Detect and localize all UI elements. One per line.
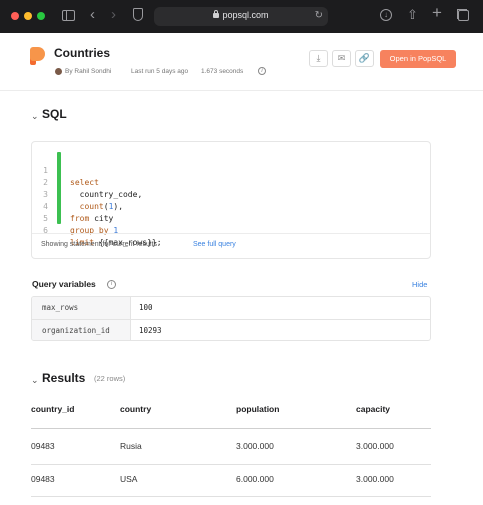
variable-row: max_rows 100 (32, 297, 430, 319)
code-line: 4 from city (43, 202, 114, 223)
page-title: Countries (54, 46, 111, 60)
tab-overview-icon[interactable] (458, 10, 469, 21)
table-row-divider (31, 464, 431, 465)
comment-icon: ✉ (337, 53, 346, 63)
table-cell: 09483 (31, 474, 55, 484)
last-run-label: Last run 5 days ago (131, 68, 189, 75)
results-row-count: (22 rows) (94, 374, 126, 383)
see-full-query-link[interactable]: See full query (193, 241, 236, 248)
link-icon: 🔗 (358, 53, 371, 63)
code-line: 6 limit {{max_rows}}; (43, 226, 162, 247)
table-row-divider (31, 496, 431, 497)
results-section-title: Results (42, 371, 86, 385)
reload-icon[interactable]: ↻ (315, 10, 323, 21)
info-icon[interactable]: i (258, 67, 266, 75)
header-divider (0, 90, 483, 91)
variable-value[interactable]: 10293 (139, 320, 162, 340)
download-icon: ⤓ (316, 53, 321, 63)
back-icon[interactable]: ‹ (90, 7, 95, 22)
column-header[interactable]: capacity (356, 404, 390, 414)
query-variables-title: Query variables (32, 279, 96, 289)
forward-icon[interactable]: › (111, 7, 116, 22)
table-header-divider (31, 428, 431, 429)
table-cell: 3.000.000 (236, 441, 274, 451)
minimize-window-button[interactable] (24, 12, 32, 20)
address-bar[interactable]: popsql.com ↻ (154, 7, 328, 26)
download-button[interactable]: ⤓ (309, 50, 328, 67)
copy-link-button[interactable]: 🔗 (355, 50, 374, 67)
table-cell: 3.000.000 (356, 441, 394, 451)
table-cell: USA (120, 474, 138, 484)
duration-label: 1.673 seconds (201, 68, 244, 75)
table-cell: 09483 (31, 441, 55, 451)
open-in-popsql-button[interactable]: Open in PopSQL (380, 50, 456, 68)
table-cell: 3.000.000 (356, 474, 394, 484)
popsql-logo (30, 47, 45, 65)
table-cell: 6.000.000 (236, 474, 274, 484)
comment-button[interactable]: ✉ (332, 50, 351, 67)
url-text: popsql.com (222, 10, 269, 20)
lock-icon (213, 10, 220, 18)
privacy-shield-icon[interactable] (133, 8, 143, 21)
sql-collapse-chevron-icon[interactable]: ⌄ (31, 111, 39, 122)
table-cell: Rusia (120, 441, 142, 451)
code-line: 5 group by 1 (43, 214, 119, 235)
column-header[interactable]: country_id (31, 404, 74, 414)
zoom-window-button[interactable] (37, 12, 45, 20)
sidebar-toggle-icon[interactable] (62, 10, 75, 21)
variable-name: max_rows (32, 297, 131, 319)
results-collapse-chevron-icon[interactable]: ⌄ (31, 375, 39, 386)
code-divider (32, 233, 430, 234)
variable-value[interactable]: 100 (139, 297, 153, 319)
download-icon[interactable]: ↓ (380, 9, 392, 21)
avatar (55, 68, 62, 75)
sql-section-title: SQL (42, 107, 67, 121)
code-highlight-bar (57, 152, 61, 224)
new-tab-icon[interactable]: + (432, 4, 442, 21)
hide-variables-link[interactable]: Hide (412, 280, 427, 289)
code-line: 1 select (43, 166, 99, 187)
browser-toolbar: ‹ › popsql.com ↻ ↓ ⇧ + (0, 0, 483, 33)
query-variables-table: max_rows 100 organization_id 10293 (31, 296, 431, 341)
share-icon[interactable]: ⇧ (407, 8, 418, 22)
column-header[interactable]: population (236, 404, 279, 414)
statement-note: Showing statement for current results (41, 241, 157, 248)
author-label: By Rahil Sondhi (65, 68, 112, 75)
close-window-button[interactable] (11, 12, 19, 20)
column-header[interactable]: country (120, 404, 151, 414)
code-line: 2 country_code, (43, 178, 143, 199)
code-line: 3 count(1), (43, 190, 124, 211)
info-icon[interactable]: i (107, 280, 116, 289)
variable-name: organization_id (32, 320, 131, 340)
variable-row: organization_id 10293 (32, 319, 430, 340)
